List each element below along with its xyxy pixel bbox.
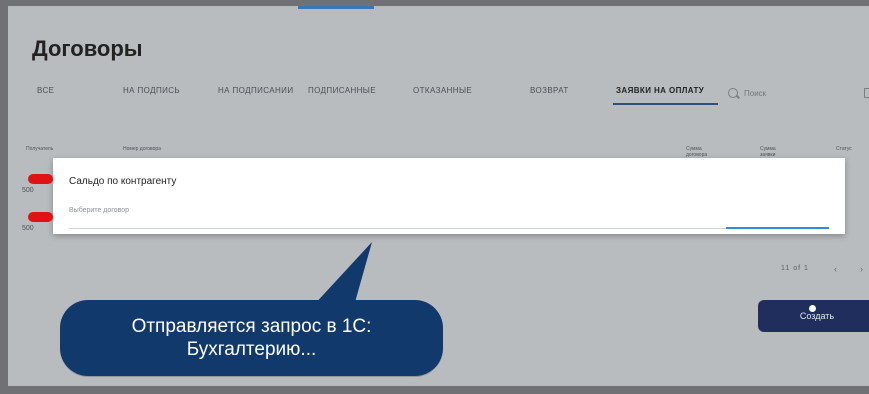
callout-bubble: Отправляется запрос в 1С: Бухгалтерию... — [60, 300, 443, 376]
contract-select-label: Выберите договор — [69, 207, 129, 214]
mouse-cursor — [809, 305, 816, 312]
pagination-range: 11 of 1 — [781, 265, 809, 272]
balance-modal: Сальдо по контрагенту Выберите договор — [53, 158, 845, 234]
loading-indicator — [726, 227, 829, 229]
callout-line-2: Бухгалтерию... — [186, 339, 317, 360]
tab-rejected[interactable]: отказанные — [413, 86, 472, 95]
next-page-icon[interactable]: › — [860, 264, 863, 274]
search-icon — [728, 88, 738, 98]
tab-signing[interactable]: на подписании — [218, 86, 293, 95]
modal-title: Сальдо по контрагенту — [69, 176, 177, 187]
prev-page-icon[interactable]: ‹ — [834, 264, 837, 274]
table-row[interactable]: 500 — [22, 225, 34, 232]
tab-payment-requests[interactable]: заявки на оплату — [616, 86, 704, 95]
page-title: Договоры — [32, 36, 143, 61]
active-tab-underline — [613, 103, 718, 105]
column-header-contract-sum: Сумма договора — [686, 146, 708, 158]
search-input[interactable] — [742, 87, 836, 99]
tab-to-sign[interactable]: на подпись — [123, 86, 180, 95]
callout-line-1: Отправляется запрос в 1С: — [131, 316, 372, 337]
highlight-marker — [28, 174, 53, 184]
table-row[interactable]: 500 — [22, 187, 34, 194]
column-header-recipient: Получатель — [26, 146, 54, 152]
contract-select-field[interactable] — [69, 228, 829, 229]
column-header-request-sum: Сумма заявки — [760, 146, 776, 158]
top-accent-bar — [298, 6, 374, 9]
tab-return[interactable]: возврат — [530, 86, 569, 95]
filter-icon[interactable] — [864, 88, 869, 98]
search-box[interactable] — [728, 86, 858, 100]
column-header-contract-number: Номер договора — [123, 146, 161, 152]
tab-all[interactable]: все — [37, 86, 54, 95]
highlight-marker — [28, 212, 53, 222]
tab-signed[interactable]: подписанные — [308, 86, 376, 95]
column-header-status: Статус — [836, 146, 852, 152]
